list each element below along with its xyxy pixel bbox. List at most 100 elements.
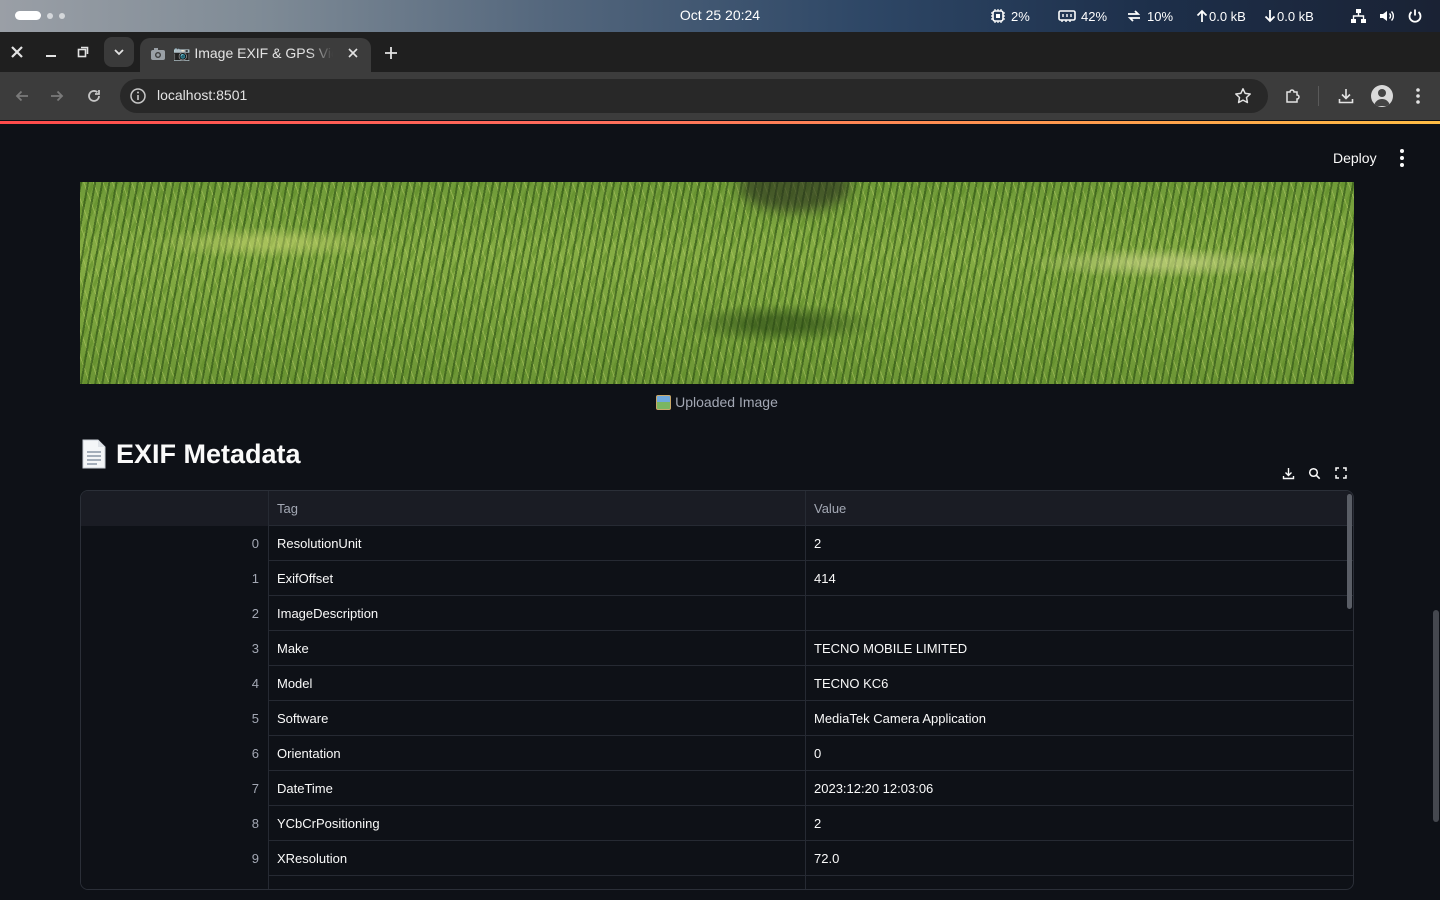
download-value: 0.0 kB: [1277, 8, 1314, 24]
value-cell[interactable]: [806, 876, 1353, 889]
tag-cell[interactable]: Make: [269, 631, 806, 666]
network-icon[interactable]: [1350, 8, 1367, 24]
table-row[interactable]: [81, 876, 1353, 889]
address-bar[interactable]: localhost:8501: [120, 79, 1268, 113]
downloads-button[interactable]: [1334, 84, 1358, 108]
tag-cell[interactable]: ExifOffset: [269, 561, 806, 596]
value-cell[interactable]: 2023:12:20 12:03:06: [806, 771, 1353, 806]
ram-indicator[interactable]: 42%: [1058, 8, 1107, 24]
minimize-window-button[interactable]: [40, 41, 62, 63]
profile-avatar[interactable]: [1371, 85, 1393, 107]
tag-cell[interactable]: Software: [269, 701, 806, 736]
row-index-cell[interactable]: 6: [81, 736, 269, 771]
browser-tab-active[interactable]: 📷 Image EXIF & GPS Viewer: [140, 38, 371, 72]
plus-icon: [385, 47, 397, 59]
dataframe-scrollbar[interactable]: [1347, 494, 1352, 609]
row-index-cell[interactable]: 4: [81, 666, 269, 701]
value-cell[interactable]: TECNO MOBILE LIMITED: [806, 631, 1353, 666]
value-column-header[interactable]: Value: [806, 491, 1353, 526]
value-cell[interactable]: 2: [806, 526, 1353, 561]
url-text[interactable]: localhost:8501: [157, 87, 247, 103]
table-row[interactable]: 5 Software MediaTek Camera Application: [81, 701, 1353, 736]
value-cell[interactable]: 2: [806, 806, 1353, 841]
arrow-up-icon: [1196, 9, 1208, 22]
value-cell[interactable]: 0: [806, 736, 1353, 771]
download-icon: [1282, 467, 1294, 479]
index-column-header[interactable]: [81, 491, 269, 526]
swap-indicator[interactable]: 10%: [1126, 8, 1173, 24]
reload-icon: [88, 90, 100, 102]
framed-picture-icon: [656, 394, 672, 410]
search-icon: [1308, 467, 1320, 479]
table-row[interactable]: 3 Make TECNO MOBILE LIMITED: [81, 631, 1353, 666]
value-cell[interactable]: TECNO KC6: [806, 666, 1353, 701]
table-row[interactable]: 6 Orientation 0: [81, 736, 1353, 771]
arrow-left-icon: [15, 90, 28, 102]
upload-indicator[interactable]: 0.0 kB: [1196, 8, 1246, 24]
tag-cell[interactable]: DateTime: [269, 771, 806, 806]
tag-cell[interactable]: Orientation: [269, 736, 806, 771]
app-main-menu-button[interactable]: [1392, 146, 1412, 170]
restore-window-button[interactable]: [72, 41, 94, 63]
tag-cell[interactable]: XResolution: [269, 841, 806, 876]
row-index-cell[interactable]: 1: [81, 561, 269, 596]
restore-icon: [77, 46, 89, 58]
memory-icon: [1058, 10, 1076, 22]
close-icon: [11, 46, 23, 58]
reload-button[interactable]: [82, 84, 106, 108]
table-row[interactable]: 8 YCbCrPositioning 2: [81, 806, 1353, 841]
tag-column-header[interactable]: Tag: [269, 491, 806, 526]
row-index-cell[interactable]: 8: [81, 806, 269, 841]
table-row[interactable]: 7 DateTime 2023:12:20 12:03:06: [81, 771, 1353, 806]
close-tab-icon[interactable]: [346, 46, 360, 60]
menu-dot: [1400, 163, 1404, 167]
browser-menu-button[interactable]: [1406, 84, 1430, 108]
tag-cell[interactable]: ImageDescription: [269, 596, 806, 631]
power-icon[interactable]: [1407, 8, 1423, 24]
new-tab-button[interactable]: [380, 42, 402, 64]
exif-dataframe[interactable]: Tag Value 0 ResolutionUnit 2 1 ExifOffset 414…: [80, 490, 1354, 890]
row-index-cell[interactable]: 7: [81, 771, 269, 806]
table-row[interactable]: 0 ResolutionUnit 2: [81, 526, 1353, 561]
puzzle-icon: [1286, 89, 1300, 103]
cpu-indicator[interactable]: 2%: [990, 8, 1030, 24]
dataframe-fullscreen-button[interactable]: [1330, 462, 1352, 484]
row-index-cell[interactable]: 3: [81, 631, 269, 666]
table-row[interactable]: 2 ImageDescription: [81, 596, 1353, 631]
menu-dot: [1400, 149, 1404, 153]
row-index-cell[interactable]: 2: [81, 596, 269, 631]
value-cell[interactable]: [806, 596, 1353, 631]
row-index-cell[interactable]: 9: [81, 841, 269, 876]
close-window-button[interactable]: [6, 41, 28, 63]
table-row[interactable]: 4 Model TECNO KC6: [81, 666, 1353, 701]
page-scrollbar[interactable]: [1433, 610, 1439, 822]
kebab-menu-icon: [1416, 88, 1420, 104]
dataframe-download-button[interactable]: [1277, 462, 1299, 484]
row-index-cell[interactable]: 5: [81, 701, 269, 736]
tab-search-button[interactable]: [104, 37, 134, 67]
download-indicator[interactable]: 0.0 kB: [1264, 8, 1314, 24]
extensions-button[interactable]: [1281, 84, 1305, 108]
tag-cell[interactable]: [269, 876, 806, 889]
table-row[interactable]: 9 XResolution 72.0: [81, 841, 1353, 876]
dataframe-search-button[interactable]: [1303, 462, 1325, 484]
swap-value: 10%: [1147, 8, 1174, 24]
site-info-icon[interactable]: [129, 87, 147, 105]
section-title: EXIF Metadata: [116, 438, 301, 469]
tag-cell[interactable]: YCbCrPositioning: [269, 806, 806, 841]
profile-avatar-icon: [1374, 89, 1390, 106]
deploy-button[interactable]: Deploy: [1323, 147, 1387, 171]
volume-icon[interactable]: [1379, 8, 1396, 24]
back-button[interactable]: [10, 84, 34, 108]
bookmark-star-icon[interactable]: [1234, 87, 1252, 105]
uploaded-image: [80, 182, 1354, 384]
table-row[interactable]: 1 ExifOffset 414: [81, 561, 1353, 596]
value-cell[interactable]: 72.0: [806, 841, 1353, 876]
row-index-cell[interactable]: 0: [81, 526, 269, 561]
tag-cell[interactable]: ResolutionUnit: [269, 526, 806, 561]
forward-button[interactable]: [45, 84, 69, 108]
value-cell[interactable]: MediaTek Camera Application: [806, 701, 1353, 736]
value-cell[interactable]: 414: [806, 561, 1353, 596]
tag-cell[interactable]: Model: [269, 666, 806, 701]
row-index-cell[interactable]: [81, 876, 269, 889]
